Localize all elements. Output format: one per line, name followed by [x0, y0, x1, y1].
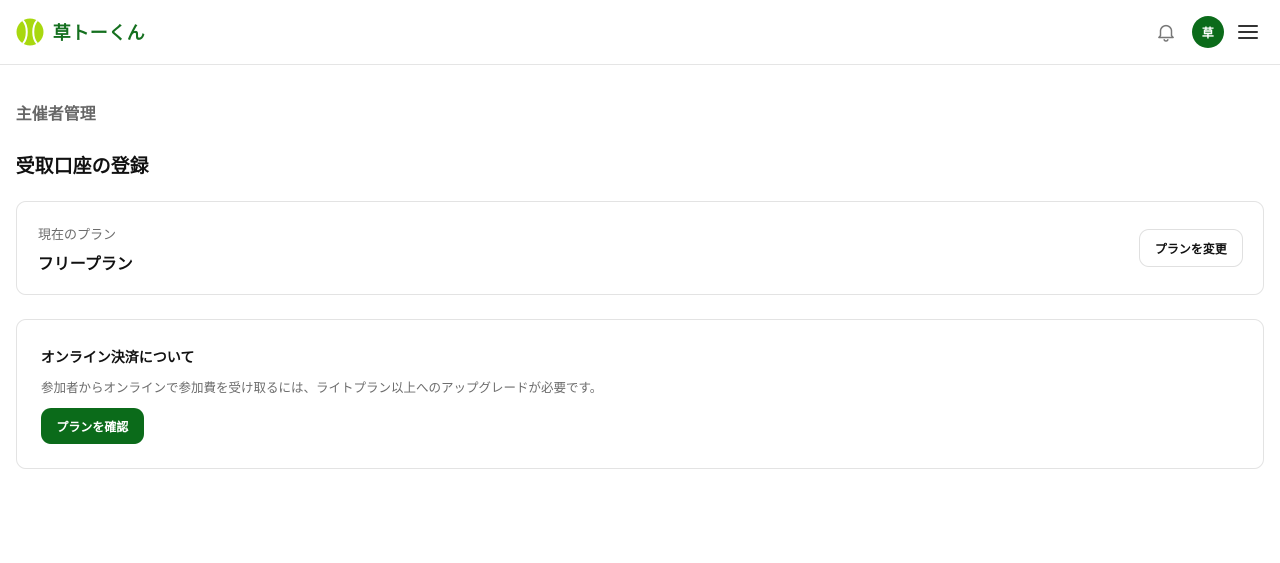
tennis-ball-logo-icon: [16, 18, 44, 46]
bell-icon[interactable]: [1155, 21, 1177, 43]
online-payment-description: 参加者からオンラインで参加費を受け取るには、ライトプラン以上へのアップグレードが…: [41, 380, 603, 395]
hamburger-menu-icon[interactable]: [1237, 21, 1259, 43]
avatar[interactable]: 草: [1192, 16, 1224, 48]
change-plan-button[interactable]: プランを変更: [1139, 229, 1243, 267]
current-plan-label: 現在のプラン: [38, 228, 117, 243]
logo-text: 草トーくん: [53, 23, 146, 44]
current-plan-name: フリープラン: [38, 254, 134, 273]
check-plan-button[interactable]: プランを確認: [41, 408, 144, 444]
online-payment-info-card: オンライン決済について 参加者からオンラインで参加費を受け取るには、ライトプラン…: [16, 319, 1264, 469]
current-plan-card: 現在のプラン フリープラン プランを変更: [16, 201, 1264, 295]
section-title: 主催者管理: [16, 104, 97, 123]
app-header: 草トーくん 草: [0, 0, 1280, 65]
online-payment-title: オンライン決済について: [41, 350, 195, 366]
page-title: 受取口座の登録: [16, 155, 150, 177]
logo[interactable]: 草トーくん: [16, 17, 146, 47]
avatar-initial: 草: [1201, 25, 1214, 40]
